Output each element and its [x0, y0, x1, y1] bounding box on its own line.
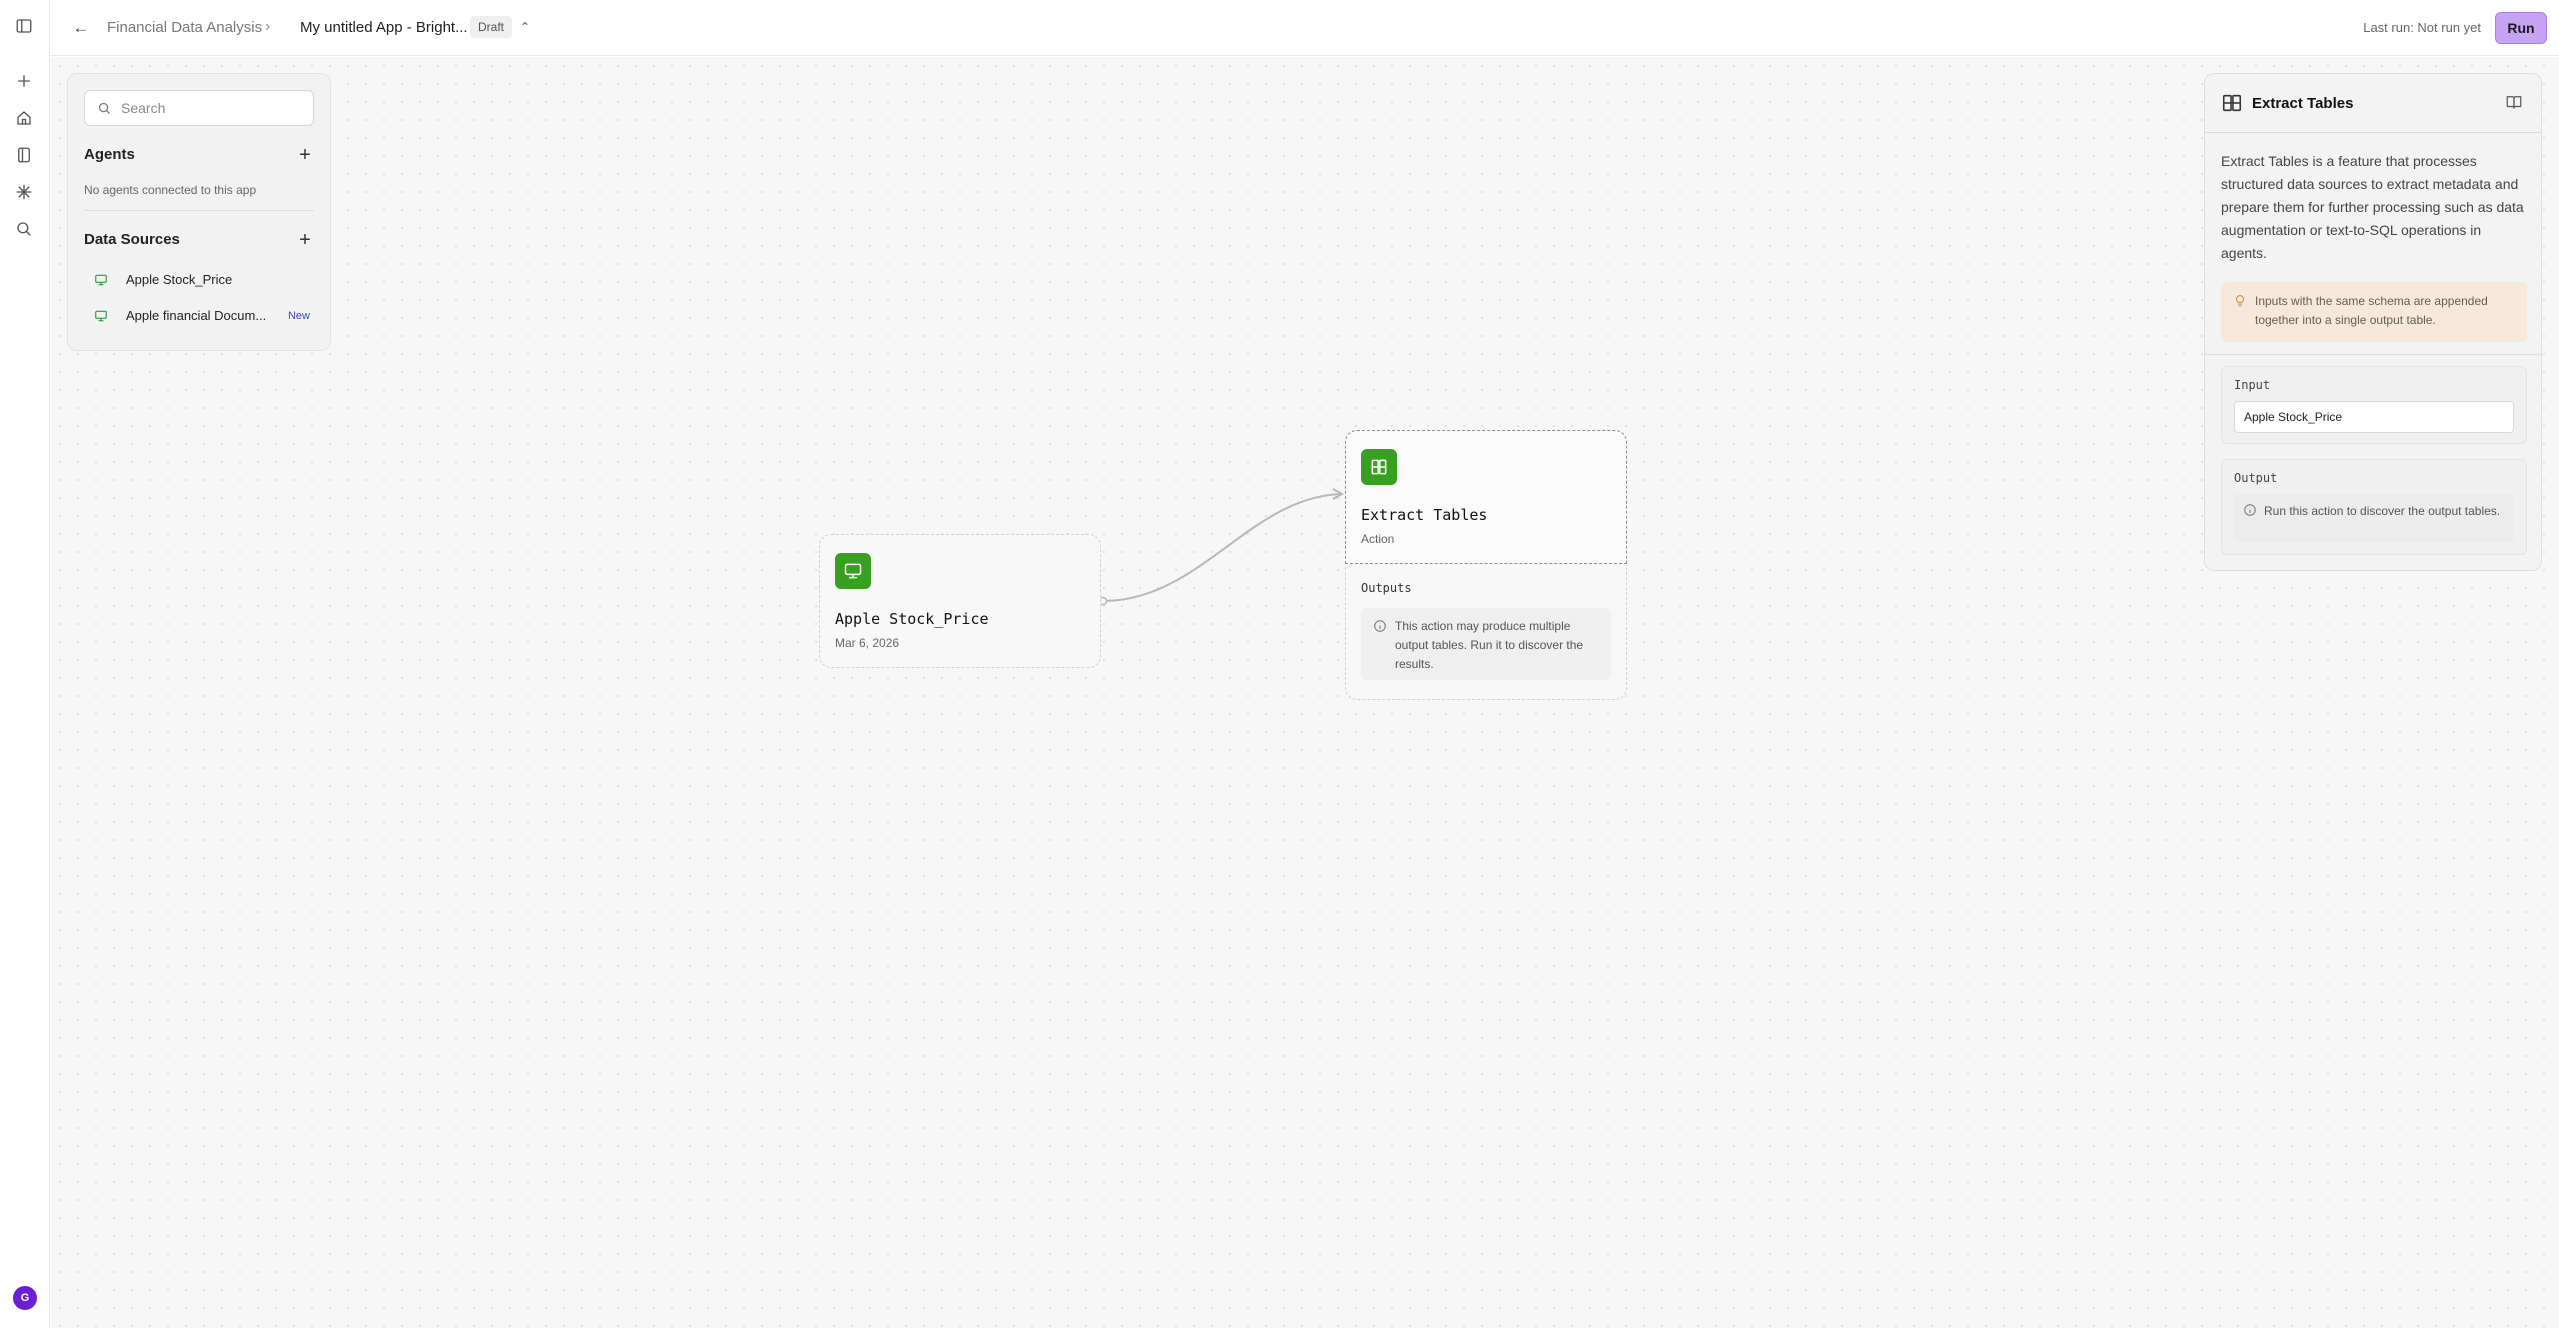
monitor-icon — [94, 309, 108, 323]
divider — [2205, 354, 2541, 355]
info-icon — [2243, 503, 2257, 517]
left-panel: Agents + No agents connected to this app… — [67, 73, 331, 351]
info-icon — [1373, 619, 1387, 633]
search-input[interactable] — [121, 97, 306, 119]
action-node-subtitle: Action — [1361, 532, 1395, 546]
input-label: Input — [2234, 378, 2271, 392]
search-icon — [97, 101, 113, 117]
panel-description: Extract Tables is a feature that process… — [2221, 153, 2524, 261]
info-note-text: Inputs with the same schema are appended… — [2255, 294, 2488, 327]
source-node[interactable]: Apple Stock_Price Mar 6, 2026 — [819, 534, 1101, 668]
details-panel: Extract Tables Extract Tables is a featu… — [2204, 73, 2542, 571]
search-field[interactable] — [84, 90, 314, 126]
data-source-label: Apple Stock_Price — [126, 272, 233, 287]
source-node-date: Mar 6, 2026 — [835, 636, 900, 650]
outputs-label: Outputs — [1361, 581, 1412, 595]
monitor-icon — [94, 273, 108, 287]
agents-empty-text: No agents connected to this app — [84, 183, 257, 197]
data-source-label: Apple financial Docum... — [126, 308, 267, 323]
input-field[interactable]: Apple Stock_Price — [2234, 401, 2514, 433]
data-sources-title: Data Sources — [84, 231, 180, 248]
info-note: Inputs with the same schema are appended… — [2221, 282, 2527, 342]
data-source-item[interactable]: Apple financial Docum... New — [84, 302, 318, 330]
output-info: Run this action to discover the output t… — [2234, 494, 2514, 542]
action-node-title: Extract Tables — [1361, 506, 1488, 524]
outputs-info: This action may produce multiple output … — [1361, 608, 1611, 680]
lightbulb-icon — [2233, 293, 2247, 307]
add-agent-button[interactable]: + — [296, 145, 314, 165]
data-source-item[interactable]: Apple Stock_Price — [84, 266, 318, 294]
input-card: Input Apple Stock_Price — [2221, 366, 2527, 444]
source-node-title: Apple Stock_Price — [835, 610, 989, 628]
divider — [84, 210, 314, 211]
docs-book-icon[interactable] — [2505, 93, 2525, 113]
output-label: Output — [2234, 471, 2278, 485]
panel-title: Extract Tables — [2252, 95, 2354, 112]
extract-tables-icon — [1361, 449, 1397, 485]
output-info-text: Run this action to discover the output t… — [2264, 504, 2501, 518]
action-node[interactable]: Extract Tables Action — [1345, 430, 1627, 564]
outputs-text: This action may produce multiple output … — [1395, 619, 1584, 671]
divider — [2205, 132, 2541, 133]
extract-tables-icon — [2221, 92, 2243, 114]
output-card: Output Run this action to discover the o… — [2221, 459, 2527, 555]
agents-title: Agents — [84, 146, 135, 163]
monitor-icon — [835, 553, 871, 589]
add-data-source-button[interactable]: + — [296, 230, 314, 250]
action-node-outputs: Outputs This action may produce multiple… — [1345, 565, 1627, 700]
new-badge: New — [287, 310, 310, 322]
node-connector — [1098, 488, 1345, 606]
